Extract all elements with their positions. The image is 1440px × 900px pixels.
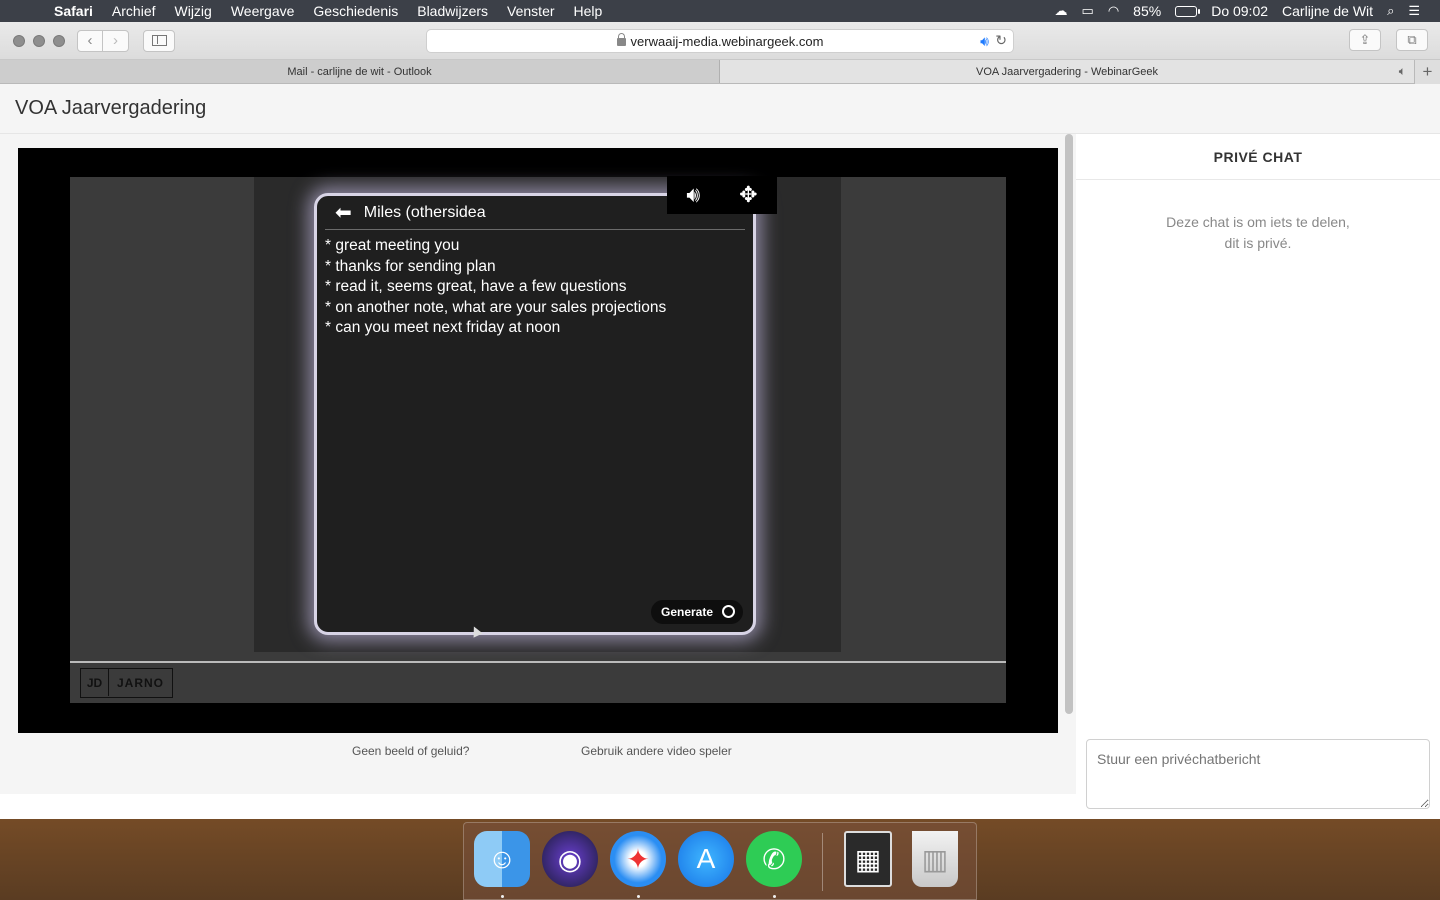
chevron-right-icon: ›: [113, 32, 118, 49]
photo-stack-icon[interactable]: ▦: [844, 831, 892, 887]
wifi-icon[interactable]: ◠: [1108, 3, 1119, 19]
menu-help[interactable]: Help: [574, 3, 603, 19]
tab-label: VOA Jaarvergadering - WebinarGeek: [976, 65, 1158, 78]
share-button[interactable]: ⇪: [1349, 29, 1381, 51]
menu-bar: Safari Archief Wijzig Weergave Geschiede…: [0, 0, 1440, 22]
phone-message-line: * great meeting you: [325, 237, 460, 254]
battery-icon[interactable]: [1175, 5, 1201, 17]
tab-webinargeek[interactable]: VOA Jaarvergadering - WebinarGeek 🔈︎: [720, 60, 1414, 83]
safari-icon[interactable]: ✦: [610, 831, 666, 887]
back-arrow-icon: ⬅︎: [335, 202, 352, 224]
logo-name: JARNO: [117, 676, 165, 690]
safari-window: ‹ › verwaaij-media.webinargeek.com 🔊︎ ↻ …: [0, 22, 1440, 819]
running-indicator: [637, 895, 640, 898]
tabs-overview-button[interactable]: ⧉: [1396, 29, 1428, 51]
minimize-window-button[interactable]: [33, 34, 45, 47]
slide-screen-capture: ⬅︎ Miles (othersidea * great meeting you…: [254, 176, 841, 652]
new-tab-button[interactable]: +: [1414, 60, 1440, 84]
app-store-icon[interactable]: A: [678, 831, 734, 887]
phone-message-line: * thanks for sending plan: [325, 257, 496, 275]
battery-percentage: 85%: [1133, 3, 1162, 19]
move-icon[interactable]: ✥: [739, 182, 757, 208]
clock[interactable]: Do 09:02: [1211, 3, 1268, 19]
page-body: ⬅︎ Miles (othersidea * great meeting you…: [0, 134, 1440, 818]
forward-button[interactable]: ›: [103, 29, 129, 52]
video-player[interactable]: ⬅︎ Miles (othersidea * great meeting you…: [18, 148, 1058, 733]
finder-icon[interactable]: ☺: [474, 831, 530, 887]
notification-center-icon[interactable]: ☰: [1408, 3, 1420, 19]
back-button[interactable]: ‹: [77, 29, 103, 52]
chat-description: Deze chat is om iets te delen, dit is pr…: [1076, 212, 1440, 254]
menu-geschiedenis[interactable]: Geschiedenis: [313, 3, 398, 19]
chat-message-input[interactable]: [1086, 739, 1430, 809]
no-signal-link[interactable]: Geen beeld of geluid?: [352, 744, 469, 758]
mouse-cursor-icon: [469, 624, 483, 638]
zoom-window-button[interactable]: [53, 34, 65, 47]
generate-label: Generate: [661, 605, 714, 619]
menu-wijzig[interactable]: Wijzig: [175, 3, 212, 19]
running-indicator: [501, 895, 504, 898]
chat-title: PRIVÉ CHAT: [1076, 134, 1440, 180]
url-text: verwaaij-media.webinargeek.com: [630, 33, 824, 49]
window-controls: [13, 34, 65, 47]
siri-icon[interactable]: ◉: [542, 831, 598, 887]
whatsapp-icon[interactable]: ✆: [746, 831, 802, 887]
spotlight-icon[interactable]: ⌕: [1387, 3, 1394, 19]
running-indicator: [773, 895, 776, 898]
tab-bar: Mail - carlijne de wit - Outlook VOA Jaa…: [0, 60, 1440, 84]
page-scrollbar[interactable]: [1065, 134, 1073, 714]
tab-outlook[interactable]: Mail - carlijne de wit - Outlook: [0, 60, 720, 83]
share-icon: ⇪: [1359, 32, 1371, 47]
close-window-button[interactable]: [13, 34, 25, 47]
other-player-link[interactable]: Gebruik andere video speler: [581, 744, 732, 758]
sidebar-toggle-button[interactable]: [143, 29, 175, 52]
phone-message-line: * read it, seems great, have a few quest…: [325, 278, 627, 295]
page-title: VOA Jaarvergadering: [15, 97, 207, 119]
phone-message-list: * great meeting you * thanks for sending…: [317, 230, 753, 345]
logo-mark: JD: [81, 669, 109, 696]
menu-app-safari[interactable]: Safari: [54, 3, 93, 19]
browser-toolbar: ‹ › verwaaij-media.webinargeek.com 🔊︎ ↻ …: [0, 22, 1440, 60]
sidebar-icon: [151, 35, 167, 46]
trash-icon[interactable]: ▥: [912, 831, 958, 887]
ring-icon: [722, 605, 735, 618]
reload-icon[interactable]: ↻: [995, 32, 1007, 49]
phone-contact-name: Miles (othersidea: [363, 203, 486, 221]
lock-icon: [616, 33, 626, 46]
phone-message-line: * can you meet next friday at noon: [325, 319, 561, 336]
generate-button: Generate: [651, 600, 743, 624]
tab-label: Mail - carlijne de wit - Outlook: [287, 65, 432, 78]
menu-venster[interactable]: Venster: [507, 3, 554, 19]
jarno-logo: JD JARNO: [80, 668, 174, 698]
creative-cloud-icon[interactable]: ☁: [1055, 3, 1068, 19]
menu-archief[interactable]: Archief: [112, 3, 156, 19]
nav-buttons: ‹ ›: [77, 29, 129, 52]
chevron-left-icon: ‹: [87, 32, 93, 49]
plus-icon: +: [1422, 62, 1433, 81]
private-chat-panel: PRIVÉ CHAT Deze chat is om iets te delen…: [1076, 134, 1440, 818]
video-overlay-controls: 🔊︎ ✥: [667, 176, 777, 214]
dock-separator: [822, 833, 823, 891]
toolbar-right: ⇪ ⧉: [1349, 29, 1428, 51]
presentation-slide: ⬅︎ Miles (othersidea * great meeting you…: [70, 176, 1006, 703]
phone-message-line: * on another note, what are your sales p…: [325, 298, 667, 316]
chat-description-line: dit is privé.: [1224, 235, 1292, 251]
menu-bladwijzers[interactable]: Bladwijzers: [417, 3, 488, 19]
user-name[interactable]: Carlijne de Wit: [1282, 3, 1373, 19]
slide-divider: [70, 661, 1006, 663]
volume-icon[interactable]: 🔊︎: [686, 182, 700, 208]
address-bar[interactable]: verwaaij-media.webinargeek.com 🔊︎ ↻: [426, 29, 1014, 53]
status-area: ☁ ▭ ◠ 85% Do 09:02 Carlijne de Wit ⌕ ☰: [1055, 0, 1440, 22]
page-header: VOA Jaarvergadering: [0, 84, 1440, 134]
dock: ☺ ◉ ✦ A ✆ ▦ ▥: [463, 822, 977, 900]
phone-mockup: ⬅︎ Miles (othersidea * great meeting you…: [314, 193, 756, 638]
menu-weergave[interactable]: Weergave: [231, 3, 295, 19]
chat-description-line: Deze chat is om iets te delen,: [1166, 214, 1350, 230]
display-icon[interactable]: ▭: [1082, 3, 1094, 19]
speaker-icon[interactable]: 🔊︎: [980, 33, 989, 50]
tabs-icon: ⧉: [1407, 32, 1417, 47]
tab-speaker-icon[interactable]: 🔈︎: [1399, 64, 1406, 79]
